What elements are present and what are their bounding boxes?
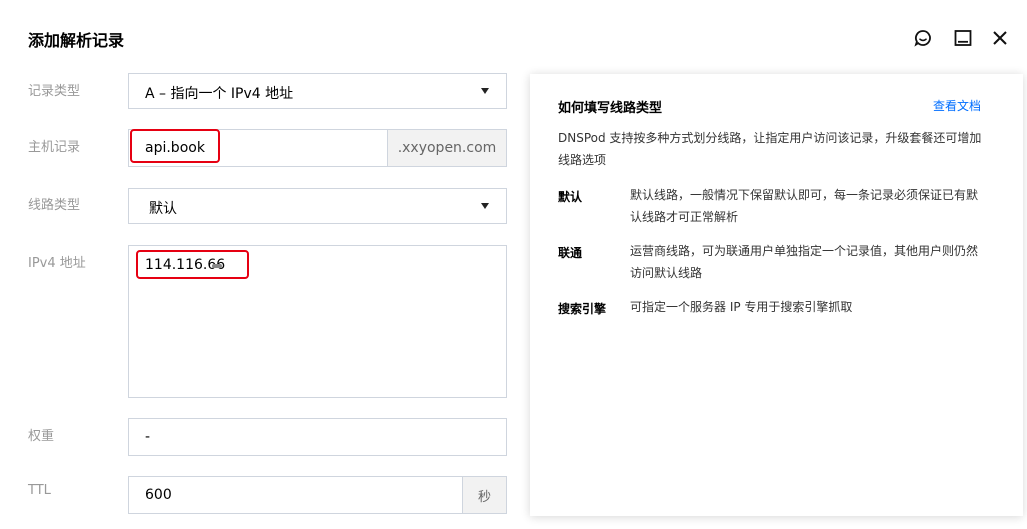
- caret-down-icon: [481, 203, 489, 209]
- help-term-search-engine: 搜索引擎: [558, 302, 607, 316]
- maximize-button[interactable]: [952, 27, 974, 49]
- feedback-button[interactable]: [912, 27, 934, 49]
- ttl-value: 600: [145, 487, 172, 503]
- ipv4-label: IPv4 地址: [28, 256, 86, 271]
- line-type-select[interactable]: 默认: [128, 188, 507, 224]
- view-docs-link[interactable]: 查看文档: [933, 97, 981, 114]
- help-description: DNSPod 支持按多种方式划分线路，让指定用户访问该记录，升级套餐还可增加线路…: [558, 131, 982, 167]
- weight-value: -: [145, 429, 151, 445]
- help-def-default: 默认线路，一般情况下保留默认即可，每一条记录必须保证已有默认线路才可正常解析: [630, 188, 979, 224]
- host-record-value: api.book: [145, 140, 205, 156]
- help-title: 如何填写线路类型: [558, 101, 663, 116]
- ttl-unit: 秒: [462, 477, 506, 513]
- weight-input[interactable]: -: [128, 418, 507, 456]
- close-icon: [993, 31, 1007, 45]
- caret-down-icon: [481, 88, 489, 94]
- add-record-dialog: 添加解析记录 记录类型 A – 指向一个 IPv4 地址 主机记录 api.bo…: [0, 0, 1027, 529]
- help-term-default: 默认: [558, 190, 583, 204]
- help-panel: 如何填写线路类型 查看文档 DNSPod 支持按多种方式划分线路，让指定用户访问…: [530, 74, 1023, 516]
- host-record-label: 主机记录: [28, 140, 81, 155]
- text-cursor-mark: [212, 264, 222, 268]
- ttl-group: 600 秒: [128, 476, 507, 514]
- domain-suffix: .xxyopen.com: [387, 130, 506, 166]
- maximize-icon: [954, 30, 972, 46]
- ttl-input[interactable]: 600: [129, 477, 462, 513]
- host-record-input[interactable]: api.book: [129, 130, 387, 166]
- help-def-search-engine: 可指定一个服务器 IP 专用于搜索引擎抓取: [630, 300, 853, 314]
- record-type-value: A – 指向一个 IPv4 地址: [145, 86, 294, 102]
- feedback-icon: [914, 30, 931, 47]
- record-type-label: 记录类型: [28, 84, 81, 99]
- ipv4-textarea[interactable]: 114.116.66: [128, 245, 507, 398]
- help-term-unicom: 联通: [558, 246, 583, 260]
- host-record-group: api.book .xxyopen.com: [128, 129, 507, 167]
- record-type-select[interactable]: A – 指向一个 IPv4 地址: [128, 73, 507, 109]
- dialog-title: 添加解析记录: [28, 31, 125, 50]
- help-def-unicom: 运营商线路，可为联通用户单独指定一个记录值，其他用户则仍然访问默认线路: [630, 244, 979, 280]
- close-button[interactable]: [989, 27, 1011, 49]
- ttl-label: TTL: [28, 483, 51, 498]
- weight-label: 权重: [28, 429, 55, 444]
- line-type-label: 线路类型: [28, 198, 81, 213]
- line-type-value: 默认: [149, 201, 177, 217]
